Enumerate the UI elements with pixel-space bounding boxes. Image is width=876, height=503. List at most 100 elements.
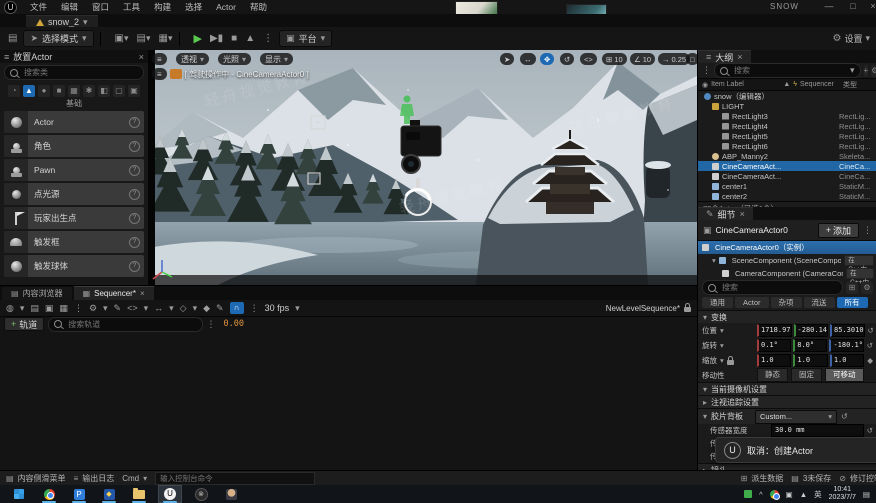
reset-icon[interactable]: ↺ <box>868 326 874 335</box>
mobility-stationary[interactable]: 固定 <box>791 368 822 382</box>
outliner-row-cinecamera-selected[interactable]: CineCameraAct...CineCa... <box>698 161 876 171</box>
menu-help[interactable]: 帮助 <box>243 0 274 14</box>
taskbar-clock[interactable]: 10:41 2023/7/7 <box>829 486 856 502</box>
track-filter-icon[interactable]: ⋮ <box>207 319 216 330</box>
platforms-dropdown[interactable]: ▣ 平台 ▾ <box>279 30 332 47</box>
minimize-button[interactable]: — <box>820 0 838 13</box>
p-app-icon[interactable]: P <box>68 486 90 502</box>
edit-pen-icon[interactable]: ✎ <box>114 303 122 314</box>
maximize-button[interactable]: □ <box>844 0 862 13</box>
add-actor-icon[interactable]: ▣ <box>115 33 124 44</box>
blueprints-icon[interactable]: ▤ <box>137 33 146 44</box>
pilot-menu-icon[interactable]: ≡ <box>152 68 167 80</box>
tray-display-icon[interactable]: ▣ <box>786 490 793 499</box>
avatar-app-icon[interactable] <box>220 486 242 502</box>
mobility-movable[interactable]: 可移动 <box>825 368 864 382</box>
keyframe-icon[interactable]: ◆ <box>867 356 873 365</box>
tab-actor[interactable]: Actor <box>735 297 769 308</box>
close-icon[interactable]: × <box>140 289 145 298</box>
rotation-snap-toggle[interactable]: ∠ 10 <box>630 53 655 65</box>
language-indicator[interactable]: 英 <box>814 489 822 500</box>
mobility-static[interactable]: 静态 <box>757 368 788 382</box>
location-x-field[interactable]: 1718.97 <box>757 324 792 337</box>
menu-tools[interactable]: 工具 <box>116 0 147 14</box>
cinematics-icon[interactable]: ▦ <box>159 33 168 44</box>
add-track-button[interactable]: + 轨道 <box>4 317 44 331</box>
snap-magnet-toggle[interactable]: ∩ <box>230 302 244 314</box>
reset-icon[interactable]: ↺ <box>841 412 848 421</box>
outliner-add-icon[interactable]: + <box>864 65 869 77</box>
menu-build[interactable]: 构建 <box>147 0 178 14</box>
filmback-preset-dropdown[interactable]: Custom... ▾ <box>755 410 837 424</box>
menu-select[interactable]: 选择 <box>178 0 209 14</box>
edit-options-icon[interactable]: ✎ <box>216 303 224 314</box>
snap-kebab-icon[interactable]: ⋮ <box>250 303 259 314</box>
select-tool-icon[interactable]: ➤ <box>500 53 514 65</box>
scale-y-field[interactable]: 1.0 <box>793 354 827 367</box>
outliner-row-rectlight[interactable]: RectLight4RectLig... <box>698 121 876 131</box>
column-sequencer[interactable]: Sequencer <box>800 81 840 88</box>
current-time-display[interactable]: 0.00 <box>224 319 244 329</box>
category-cinematic-icon[interactable]: ▦ <box>68 85 80 97</box>
play-button[interactable]: ▶ <box>194 32 202 45</box>
dark-app-icon[interactable]: ⊗ <box>190 486 212 502</box>
blue-app-icon[interactable]: ◆ <box>98 486 120 502</box>
category-geometry-icon[interactable]: ◧ <box>98 85 110 97</box>
grid-snap-toggle[interactable]: ⊞ 10 <box>602 53 627 65</box>
show-dropdown[interactable]: 显示 ▾ <box>260 53 293 65</box>
filmback-header[interactable]: ▾ 胶片背板 Custom... ▾ ↺ <box>698 408 876 424</box>
console-command-input[interactable] <box>155 472 315 485</box>
column-item-label[interactable]: Item Label <box>711 81 780 88</box>
help-icon[interactable]: ? <box>129 261 140 272</box>
sensor-width-field[interactable]: 30.0 mm <box>771 424 864 437</box>
track-search[interactable] <box>48 317 202 332</box>
category-basic-icon[interactable]: ▲ <box>23 85 35 97</box>
level-viewport[interactable]: 轻舟视觉教育 轻舟视觉教育 轻舟视觉教育 ≡ 透视 ▾ 光照 ▾ 显示 ▾ ≡ … <box>148 50 697 285</box>
track-search-input[interactable] <box>66 319 196 330</box>
category-shapes-icon[interactable]: ■ <box>53 85 65 97</box>
place-item-player-start[interactable]: 玩家出生点 ? <box>4 207 144 229</box>
outliner-row-cinecamera[interactable]: CineCameraAct...CineCa... <box>698 171 876 181</box>
close-icon[interactable]: × <box>737 52 742 62</box>
help-icon[interactable]: ? <box>129 213 140 224</box>
tray-expand-icon[interactable]: ^ <box>759 490 763 499</box>
file-explorer-icon[interactable] <box>128 486 150 502</box>
outliner-row-manny[interactable]: ABP_Manny2Skeleta... <box>698 151 876 161</box>
lock-icon[interactable] <box>684 307 691 312</box>
outliner-search[interactable]: ▾ <box>714 63 861 78</box>
close-icon[interactable]: × <box>740 209 745 219</box>
place-item-pawn[interactable]: Pawn ? <box>4 159 144 181</box>
component-row-scene[interactable]: ▾ SceneComponent (SceneComponent) 在C++中 <box>698 254 876 267</box>
blueprint-options-icon[interactable]: ⋮ <box>863 225 872 236</box>
tray-green-icon[interactable] <box>744 490 752 498</box>
outliner-row-folder[interactable]: LIGHT <box>698 101 876 111</box>
reset-icon[interactable]: ↺ <box>867 426 873 435</box>
outliner-row-level[interactable]: snow（编辑器） <box>698 91 876 101</box>
transform-section-header[interactable]: ▾ 变换 <box>698 310 876 323</box>
transform-key-icon[interactable]: ↔ <box>154 303 163 313</box>
tab-all[interactable]: 所有 <box>837 297 868 308</box>
outliner-row-staticmesh[interactable]: center1StaticM... <box>698 181 876 191</box>
outliner-row-rectlight[interactable]: RectLight6RectLig... <box>698 141 876 151</box>
place-item-trigger-sphere[interactable]: 触发球体 ? <box>4 255 144 277</box>
save-icon[interactable]: ▤ <box>8 33 17 44</box>
tray-volume-icon[interactable]: ▲ <box>800 490 807 499</box>
help-icon[interactable]: ? <box>129 117 140 128</box>
sequencer-tab[interactable]: ▦ Sequencer* × <box>74 286 154 300</box>
location-y-field[interactable]: -280.14 <box>794 324 829 337</box>
maximize-viewport-icon[interactable]: □ <box>686 53 697 65</box>
options-kebab-icon[interactable]: ⋮ <box>74 303 83 314</box>
outliner-row-rectlight[interactable]: RectLight5RectLig... <box>698 131 876 141</box>
help-icon[interactable]: ? <box>129 189 140 200</box>
help-icon[interactable]: ? <box>129 237 140 248</box>
details-gear-icon[interactable]: ⚙ <box>861 282 873 294</box>
menu-edit[interactable]: 编辑 <box>54 0 85 14</box>
tray-browser-icon[interactable] <box>770 490 779 499</box>
scale-dropdown[interactable]: 缩放 ▾ <box>702 355 754 366</box>
curve-editor-icon[interactable]: <> <box>127 303 138 313</box>
reset-icon[interactable]: ↺ <box>867 341 873 350</box>
menu-actor[interactable]: Actor <box>209 0 243 14</box>
keyframe-options-icon[interactable]: ◇ <box>180 303 187 314</box>
tab-streaming[interactable]: 流送 <box>804 297 835 308</box>
menu-file[interactable]: 文件 <box>23 0 54 14</box>
